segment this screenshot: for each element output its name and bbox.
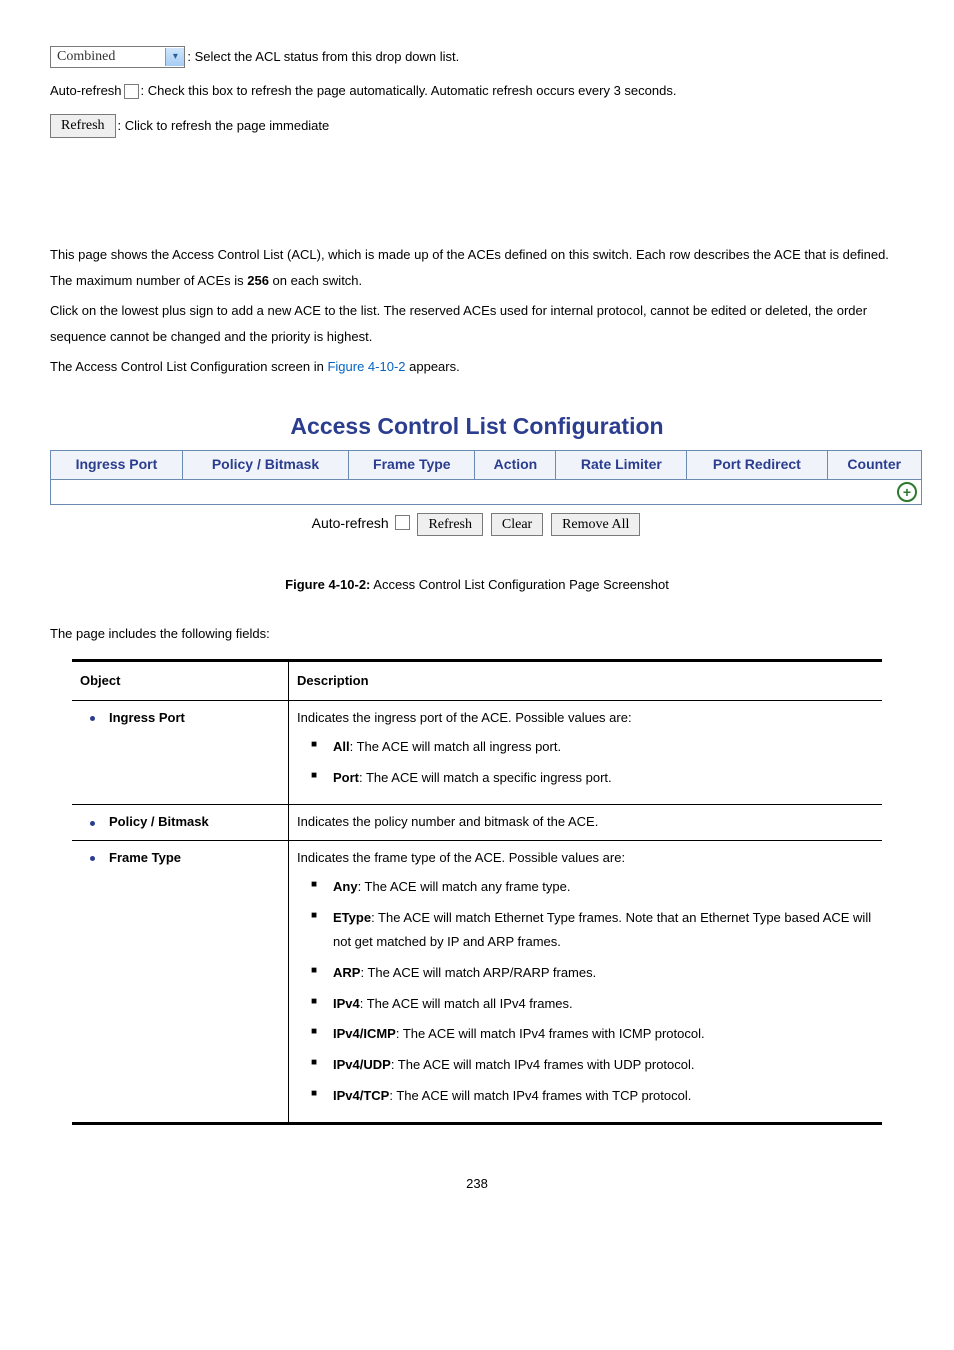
- desc-cell: Indicates the policy number and bitmask …: [289, 805, 883, 840]
- acl-refresh-button[interactable]: Refresh: [417, 513, 483, 537]
- autorefresh-label: Auto-refresh: [50, 82, 122, 100]
- object-cell: Ingress Port: [72, 700, 289, 805]
- bullet-icon: [90, 821, 95, 826]
- intro-paragraph-3: The Access Control List Configuration sc…: [50, 354, 904, 380]
- bullet-icon: [90, 856, 95, 861]
- desc-cell: Indicates the frame type of the ACE. Pos…: [289, 840, 883, 1124]
- fields-th-desc: Description: [289, 660, 883, 700]
- refresh-button[interactable]: Refresh: [50, 114, 116, 138]
- acl-clear-button[interactable]: Clear: [491, 513, 543, 537]
- acl-th-ingress: Ingress Port: [51, 450, 183, 479]
- table-row: Ingress Port Indicates the ingress port …: [72, 700, 882, 805]
- acl-th-ratelimiter: Rate Limiter: [556, 450, 687, 479]
- figure-caption: Figure 4-10-2: Access Control List Confi…: [50, 576, 904, 594]
- figure-link[interactable]: Figure 4-10-2: [327, 359, 405, 374]
- acl-autorefresh-label: Auto-refresh: [312, 515, 389, 531]
- fields-th-object: Object: [72, 660, 289, 700]
- table-row: Frame Type Indicates the frame type of t…: [72, 840, 882, 1124]
- dropdown-value: Combined: [51, 47, 165, 67]
- fields-table: Object Description Ingress Port Indicate…: [72, 659, 882, 1126]
- acl-th-policy: Policy / Bitmask: [182, 450, 348, 479]
- acl-removeall-button[interactable]: Remove All: [551, 513, 640, 537]
- intro-paragraph-1: This page shows the Access Control List …: [50, 242, 904, 294]
- acl-autorefresh-checkbox[interactable]: [395, 515, 410, 530]
- add-ace-icon[interactable]: +: [897, 482, 917, 502]
- fields-intro: The page includes the following fields:: [50, 625, 904, 643]
- desc-cell: Indicates the ingress port of the ACE. P…: [289, 700, 883, 805]
- acl-th-action: Action: [475, 450, 556, 479]
- object-cell: Frame Type: [72, 840, 289, 1124]
- intro-paragraph-2: Click on the lowest plus sign to add a n…: [50, 298, 904, 350]
- acl-config-heading: Access Control List Configuration: [50, 410, 904, 442]
- acl-header-table: Ingress Port Policy / Bitmask Frame Type…: [50, 450, 922, 505]
- acl-th-frametype: Frame Type: [349, 450, 475, 479]
- object-cell: Policy / Bitmask: [72, 805, 289, 840]
- chevron-down-icon: ▾: [165, 48, 184, 66]
- autorefresh-description: : Check this box to refresh the page aut…: [141, 82, 677, 100]
- dropdown-description: : Select the ACL status from this drop d…: [187, 48, 459, 66]
- autorefresh-checkbox[interactable]: [124, 84, 139, 99]
- acl-th-counter: Counter: [827, 450, 922, 479]
- acl-th-portredirect: Port Redirect: [687, 450, 827, 479]
- page-number: 238: [50, 1175, 904, 1193]
- refresh-description: : Click to refresh the page immediate: [118, 117, 330, 135]
- table-row: Policy / Bitmask Indicates the policy nu…: [72, 805, 882, 840]
- bullet-icon: [90, 716, 95, 721]
- acl-status-dropdown[interactable]: Combined ▾: [50, 46, 185, 68]
